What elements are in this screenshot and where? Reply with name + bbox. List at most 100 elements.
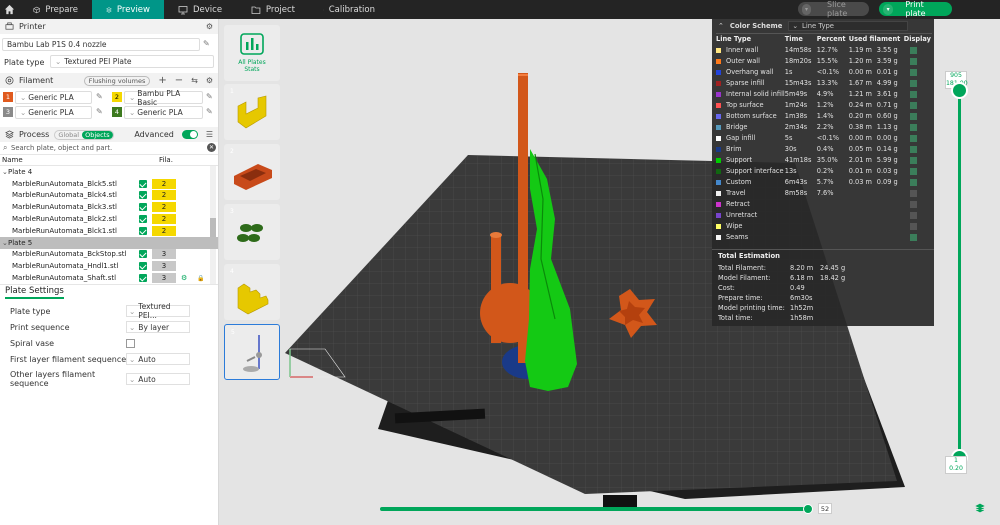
visibility-checkbox[interactable] — [139, 262, 147, 271]
visibility-checkbox[interactable] — [139, 203, 147, 212]
global-objects-switch[interactable]: Global Objects — [54, 129, 114, 140]
layer-slider-track[interactable] — [958, 90, 961, 458]
first-layer-sequence-dropdown[interactable]: ⌄ Auto — [126, 353, 190, 365]
object-row[interactable]: MarbleRunAutomata_Shaft.stl 3 ⚙ 🔒 — [0, 272, 218, 284]
filament-badge[interactable]: 2 — [152, 190, 176, 201]
move-slider-track[interactable] — [380, 507, 810, 511]
tab-project[interactable]: Project — [237, 0, 309, 19]
visibility-checkbox[interactable] — [139, 191, 147, 200]
filament-slot-2-select[interactable]: ⌄ Bambu PLA Basic — [124, 89, 203, 107]
filament-slot-4-select[interactable]: ⌄ Generic PLA — [124, 106, 203, 119]
display-checkbox[interactable] — [909, 46, 917, 54]
visibility-checkbox[interactable] — [139, 215, 147, 224]
all-plates-stats-button[interactable]: All Plates Stats — [224, 25, 280, 81]
plate-thumb-1[interactable]: 1 — [224, 84, 280, 140]
global-option[interactable]: Global — [55, 131, 82, 139]
visibility-checkbox[interactable] — [139, 250, 147, 259]
filament-badge[interactable]: 2 — [152, 225, 176, 236]
display-checkbox[interactable] — [909, 112, 917, 120]
filament-badge[interactable]: 3 — [152, 273, 176, 284]
edit-icon[interactable]: ✎ — [206, 107, 213, 116]
display-checkbox[interactable] — [909, 79, 917, 87]
plate-row[interactable]: ⌄ Plate 5 — [0, 236, 218, 249]
plate-thumb-5[interactable]: 5 — [224, 324, 280, 380]
expand-icon[interactable]: ⌄ — [2, 239, 8, 247]
plate-thumb-4[interactable]: 4 — [224, 264, 280, 320]
color-scheme-select[interactable]: ⌄ Line Type — [788, 21, 909, 31]
tab-preview[interactable]: Preview — [92, 0, 164, 19]
clear-icon[interactable]: ✕ — [207, 143, 216, 152]
filament-slot-3-select[interactable]: ⌄ Generic PLA — [15, 106, 92, 119]
flushing-volumes-button[interactable]: Flushing volumes — [83, 75, 151, 86]
display-checkbox[interactable] — [909, 189, 917, 197]
display-checkbox[interactable] — [909, 68, 917, 76]
display-checkbox[interactable] — [909, 145, 917, 153]
move-slider-handle[interactable] — [803, 504, 813, 514]
object-row[interactable]: MarbleRunAutomata_Blck4.stl 2 — [0, 190, 218, 202]
display-checkbox[interactable] — [909, 156, 917, 164]
plate-thumb-3[interactable]: 3 — [224, 204, 280, 260]
expand-icon[interactable]: ⌄ — [2, 168, 8, 176]
plate-type-dropdown[interactable]: ⌄ Textured PEI... — [126, 302, 190, 320]
slice-plate-button[interactable]: ▾ Slice plate — [798, 0, 869, 18]
edit-icon[interactable]: ✎ — [206, 92, 213, 101]
object-row[interactable]: MarbleRunAutomata_BckStop.stl 3 — [0, 249, 218, 261]
object-row[interactable]: MarbleRunAutomata_Blck3.stl 2 — [0, 201, 218, 213]
object-row[interactable]: MarbleRunAutomata_Hndl1.stl 3 — [0, 260, 218, 272]
display-checkbox[interactable] — [909, 123, 917, 131]
chevron-down-icon[interactable]: ▾ — [883, 3, 894, 15]
advanced-toggle[interactable] — [181, 130, 198, 139]
display-checkbox[interactable] — [909, 167, 917, 175]
object-row[interactable]: MarbleRunAutomata_Blck5.stl 2 — [0, 178, 218, 190]
printer-select[interactable]: Bambu Lab P1S 0.4 nozzle — [2, 38, 200, 51]
filament-badge[interactable]: 2 — [152, 178, 176, 189]
objects-option[interactable]: Objects — [82, 130, 113, 139]
other-layers-sequence-dropdown[interactable]: ⌄ Auto — [126, 373, 190, 385]
filament-badge[interactable]: 3 — [152, 261, 176, 272]
tab-calibration[interactable]: Calibration — [309, 0, 389, 19]
display-checkbox[interactable] — [909, 101, 917, 109]
search-input[interactable]: Search plate, object and part. — [11, 144, 112, 152]
filament-badge[interactable]: 2 — [152, 214, 176, 225]
plate-row[interactable]: ⌄ Plate 4 — [0, 166, 218, 178]
display-checkbox[interactable] — [909, 233, 917, 241]
display-checkbox[interactable] — [909, 57, 917, 65]
print-plate-button[interactable]: ▾ Print plate — [879, 0, 952, 18]
list-icon[interactable]: ☰ — [206, 130, 213, 139]
spiral-vase-checkbox[interactable] — [126, 338, 135, 348]
layers-icon[interactable] — [975, 503, 985, 513]
display-checkbox[interactable] — [909, 222, 917, 230]
visibility-checkbox[interactable] — [139, 226, 147, 235]
plate-thumb-2[interactable]: 2 — [224, 144, 280, 200]
home-icon[interactable] — [0, 0, 19, 19]
visibility-checkbox[interactable] — [139, 274, 147, 283]
object-row[interactable]: MarbleRunAutomata_Blck1.stl 2 — [0, 225, 218, 237]
chevron-down-icon[interactable]: ▾ — [802, 3, 811, 15]
remove-icon[interactable]: − — [175, 75, 183, 86]
settings-icon[interactable]: ⚙ — [181, 274, 187, 282]
edit-icon[interactable]: ✎ — [96, 107, 103, 116]
print-sequence-dropdown[interactable]: ⌄ By layer — [126, 321, 190, 333]
gear-icon[interactable]: ⚙ — [206, 76, 213, 85]
display-checkbox[interactable] — [909, 211, 917, 219]
filament-badge[interactable]: 2 — [152, 202, 176, 213]
tab-prepare[interactable]: Prepare — [19, 0, 92, 19]
plate-type-select[interactable]: ⌄ Textured PEI Plate — [50, 55, 214, 68]
filament-slot-1-select[interactable]: ⌄ Generic PLA — [15, 91, 92, 104]
display-checkbox[interactable] — [909, 90, 917, 98]
object-row[interactable]: MarbleRunAutomata_Blck2.stl 2 — [0, 213, 218, 225]
display-checkbox[interactable] — [909, 134, 917, 142]
edit-icon[interactable]: ✎ — [96, 92, 103, 101]
gear-icon[interactable]: ⚙ — [206, 22, 213, 31]
visibility-checkbox[interactable] — [139, 179, 147, 188]
layer-slider-top-handle[interactable] — [951, 82, 968, 99]
collapse-icon[interactable]: ⌃ — [718, 22, 724, 30]
filament-badge[interactable]: 3 — [152, 249, 176, 260]
display-checkbox[interactable] — [909, 178, 917, 186]
display-checkbox[interactable] — [909, 200, 917, 208]
edit-icon[interactable]: ✎ — [203, 39, 210, 48]
sync-icon[interactable]: ⇆ — [191, 76, 198, 85]
lock-icon[interactable]: 🔒 — [197, 275, 204, 282]
add-icon[interactable]: + — [158, 75, 166, 86]
tab-device[interactable]: Device — [164, 0, 237, 19]
